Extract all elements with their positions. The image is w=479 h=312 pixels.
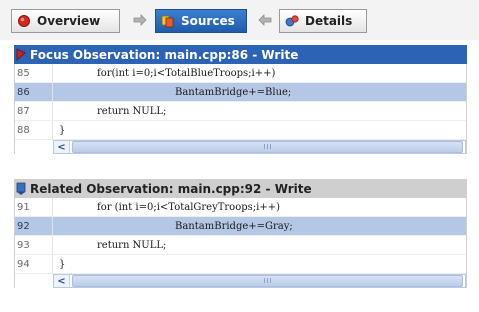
line-number: 92 <box>15 217 53 235</box>
details-tab-label: Details <box>305 14 353 28</box>
red-dot-icon <box>18 15 30 27</box>
scrollbar-thumb[interactable] <box>72 141 463 153</box>
line-number: 94 <box>15 255 53 273</box>
scroll-left-arrow-icon[interactable]: < <box>54 275 70 287</box>
blue-flag-icon <box>16 182 26 195</box>
arrow-right-icon <box>133 14 147 26</box>
sources-tab-button[interactable]: Sources <box>155 9 247 33</box>
sources-icon <box>161 15 174 28</box>
line-number: 85 <box>15 64 53 82</box>
related-panel-title: Related Observation: main.cpp:92 - Write <box>30 181 312 196</box>
line-number: 91 <box>15 198 53 216</box>
line-number: 87 <box>15 102 53 120</box>
code-line: 93 return NULL; <box>15 236 466 255</box>
line-code: } <box>59 124 66 136</box>
focus-code-view[interactable]: 85 for(int i=0;i<TotalBlueTroops;i++) 86… <box>14 64 467 154</box>
observation-viewer: Overview Sources Details Focus Observati… <box>0 0 479 312</box>
related-observation-panel: Related Observation: main.cpp:92 - Write… <box>14 179 467 288</box>
line-code: for(int i=0;i<TotalBlueTroops;i++) <box>97 67 276 79</box>
line-code: for (int i=0;i<TotalGreyTroops;i++) <box>97 201 280 213</box>
code-line: 88 } <box>15 121 466 140</box>
code-line: 94 } <box>15 255 466 274</box>
overview-tab-label: Overview <box>37 14 101 28</box>
line-number: 86 <box>15 83 53 101</box>
overview-tab-button[interactable]: Overview <box>11 9 120 33</box>
line-code: BantamBridge+=Gray; <box>175 220 293 232</box>
code-line: 91 for (int i=0;i<TotalGreyTroops;i++) <box>15 198 466 217</box>
red-flag-icon <box>16 47 26 61</box>
focus-panel-title: Focus Observation: main.cpp:86 - Write <box>30 47 299 62</box>
scrollbar-thumb[interactable] <box>72 275 463 287</box>
line-code: return NULL; <box>97 105 167 117</box>
nav-bar: Overview Sources Details <box>0 0 479 40</box>
line-code: BantamBridge+=Blue; <box>175 86 292 98</box>
code-line: 85 for(int i=0;i<TotalBlueTroops;i++) <box>15 64 466 83</box>
scroll-left-arrow-icon[interactable]: < <box>54 141 70 153</box>
grip-icon <box>263 144 272 149</box>
line-number: 88 <box>15 121 53 139</box>
grip-icon <box>263 278 272 283</box>
related-code-view[interactable]: 91 for (int i=0;i<TotalGreyTroops;i++) 9… <box>14 198 467 288</box>
focus-panel-header: Focus Observation: main.cpp:86 - Write <box>14 45 467 64</box>
details-tab-button[interactable]: Details <box>279 9 367 33</box>
code-line-highlighted: 86 BantamBridge+=Blue; <box>15 83 466 102</box>
related-panel-header: Related Observation: main.cpp:92 - Write <box>14 179 467 198</box>
focus-horizontal-scrollbar[interactable]: < <box>53 140 466 154</box>
focus-observation-panel: Focus Observation: main.cpp:86 - Write 8… <box>14 45 467 154</box>
related-horizontal-scrollbar[interactable]: < <box>53 274 466 288</box>
code-line: 87 return NULL; <box>15 102 466 121</box>
line-code: } <box>59 258 66 270</box>
line-code: return NULL; <box>97 239 167 251</box>
sources-tab-label: Sources <box>181 14 235 28</box>
arrow-left-icon <box>258 14 272 26</box>
code-line-highlighted: 92 BantamBridge+=Gray; <box>15 217 466 236</box>
line-number: 93 <box>15 236 53 254</box>
details-icon <box>285 15 299 27</box>
